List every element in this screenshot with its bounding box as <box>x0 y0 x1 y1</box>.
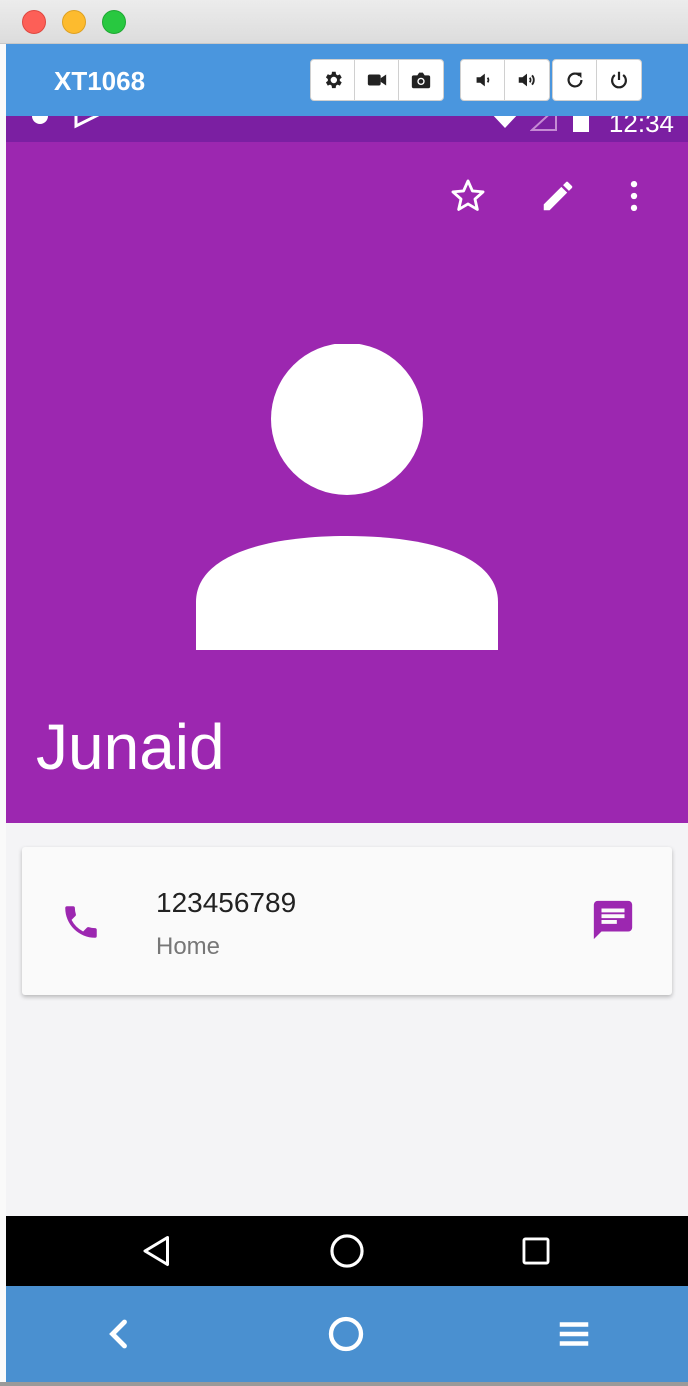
emulator-back-button[interactable] <box>92 1306 148 1362</box>
rotate-button[interactable] <box>553 60 597 100</box>
settings-button[interactable] <box>311 60 355 100</box>
contact-header: Junaid <box>6 142 688 823</box>
status-bar: 12:34 <box>6 116 688 142</box>
device-name: XT1068 <box>54 66 146 96</box>
wifi-icon <box>493 116 517 128</box>
volume-up-button[interactable] <box>505 60 549 100</box>
volume-down-icon <box>476 73 489 87</box>
cell-signal-icon <box>530 116 557 131</box>
more-vert-icon <box>630 180 638 212</box>
phone-icon[interactable] <box>60 901 102 943</box>
play-store-icon <box>74 116 100 129</box>
capture-button-group <box>310 59 444 101</box>
contact-name: Junaid <box>36 711 225 783</box>
window-titlebar <box>0 0 688 44</box>
volume-down-button[interactable] <box>461 60 505 100</box>
camera-icon <box>411 72 431 89</box>
screenshot-button[interactable] <box>399 60 443 100</box>
emulator-home-button[interactable] <box>318 1306 374 1362</box>
message-icon[interactable] <box>590 897 636 943</box>
phone-type-label: Home <box>156 933 221 960</box>
minimize-window-button[interactable] <box>62 10 86 34</box>
recents-icon <box>522 1237 550 1265</box>
menu-icon <box>559 1322 589 1346</box>
record-video-button[interactable] <box>355 60 399 100</box>
battery-icon <box>573 116 589 132</box>
circle-icon <box>328 1316 364 1352</box>
edit-icon <box>543 181 573 211</box>
volume-up-icon <box>518 73 535 87</box>
emulator-bottom-bar <box>6 1286 688 1382</box>
power-icon <box>611 71 627 89</box>
favorite-button[interactable] <box>448 176 488 216</box>
phone-number: 123456789 <box>156 887 297 918</box>
emulator-window: XT1068 12:34 Junaid 123456789 Home <box>0 0 688 1386</box>
back-icon <box>143 1236 169 1266</box>
more-options-button[interactable] <box>614 176 654 216</box>
emulator-toolbar: XT1068 <box>6 44 688 116</box>
android-nav-bar <box>6 1216 688 1286</box>
power-button-group <box>552 59 642 101</box>
close-window-button[interactable] <box>22 10 46 34</box>
avatar-placeholder-icon <box>196 344 498 650</box>
rotate-icon <box>567 72 583 88</box>
android-back-button[interactable] <box>132 1226 182 1276</box>
window-bottom-edge <box>0 1382 688 1386</box>
home-icon <box>330 1234 364 1268</box>
emulator-menu-button[interactable] <box>546 1306 602 1362</box>
location-icon <box>32 116 48 124</box>
star-icon <box>451 179 485 211</box>
status-time: 12:34 <box>608 116 674 138</box>
settings-icon <box>325 71 342 89</box>
android-home-button[interactable] <box>322 1226 372 1276</box>
android-recents-button[interactable] <box>511 1226 561 1276</box>
phone-number-card[interactable]: 123456789 Home <box>22 847 672 995</box>
edit-contact-button[interactable] <box>538 176 578 216</box>
video-icon <box>367 74 386 86</box>
chevron-left-icon <box>109 1319 127 1349</box>
power-button[interactable] <box>597 60 641 100</box>
maximize-window-button[interactable] <box>102 10 126 34</box>
phone-screen: 12:34 Junaid 123456789 Home <box>6 116 688 1286</box>
volume-button-group <box>460 59 550 101</box>
